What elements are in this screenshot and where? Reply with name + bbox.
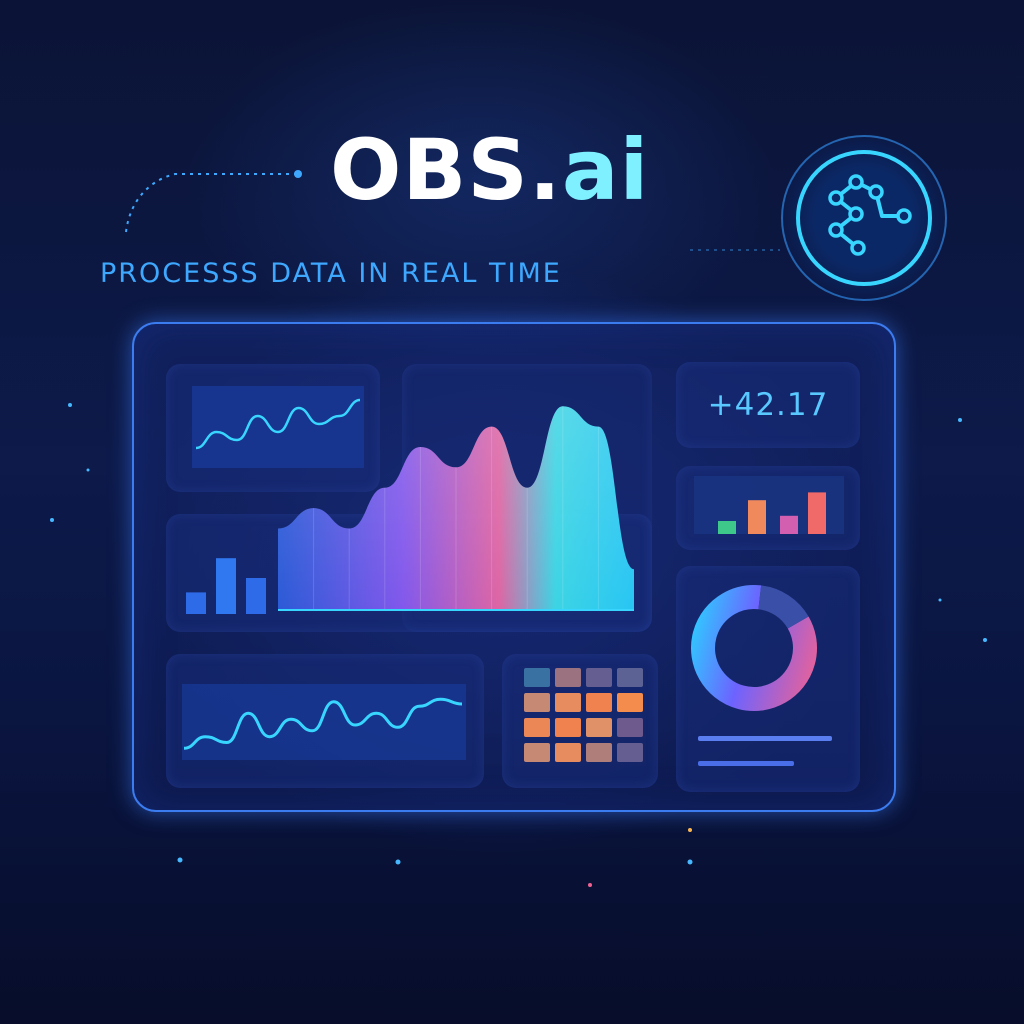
heatmap-cell xyxy=(586,743,612,762)
donut-slice-main xyxy=(691,585,817,711)
metric-panel: +42.17 xyxy=(676,362,860,448)
heatmap-cell xyxy=(524,693,550,712)
heatmap-cell xyxy=(555,718,581,737)
bar xyxy=(186,592,206,614)
dashboard-mockup: +42.17 xyxy=(132,322,896,812)
heatmap xyxy=(524,668,643,762)
bar xyxy=(246,578,266,614)
heatmap-cell xyxy=(586,693,612,712)
tagline: PROCESSS DATA IN REAL TIME xyxy=(100,258,562,289)
heatmap-panel xyxy=(502,654,658,788)
heatmap-cell xyxy=(617,668,643,687)
heatmap-cell xyxy=(586,668,612,687)
brand-name-main: OBS. xyxy=(330,121,562,219)
metric-value: +42.17 xyxy=(707,387,829,423)
heatmap-cell xyxy=(586,718,612,737)
mini-bar-chart xyxy=(186,558,266,614)
brand-title: OBS.ai xyxy=(330,120,710,220)
heatmap-cell xyxy=(524,718,550,737)
legend-bar-2 xyxy=(698,761,794,766)
bottom-line-chart xyxy=(182,684,466,760)
brand-name-suffix: ai xyxy=(561,121,650,219)
right-bar-chart-panel xyxy=(676,466,860,550)
legend-bar-1 xyxy=(698,736,832,741)
bar xyxy=(216,558,236,614)
network-nodes-icon xyxy=(781,135,947,301)
bar xyxy=(748,500,766,534)
bar xyxy=(808,492,826,534)
heatmap-cell xyxy=(524,668,550,687)
right-bar-chart xyxy=(694,476,844,534)
bottom-line-chart-panel xyxy=(166,654,484,788)
heatmap-cell xyxy=(617,718,643,737)
bar xyxy=(780,515,798,534)
heatmap-cell xyxy=(555,693,581,712)
bar xyxy=(718,521,736,534)
heatmap-cell xyxy=(617,743,643,762)
donut-chart xyxy=(691,585,832,766)
heatmap-cell xyxy=(524,743,550,762)
area-chart xyxy=(278,406,634,611)
heatmap-cell xyxy=(617,693,643,712)
donut-chart-panel xyxy=(676,566,860,792)
heatmap-cell xyxy=(555,743,581,762)
heatmap-cell xyxy=(555,668,581,687)
